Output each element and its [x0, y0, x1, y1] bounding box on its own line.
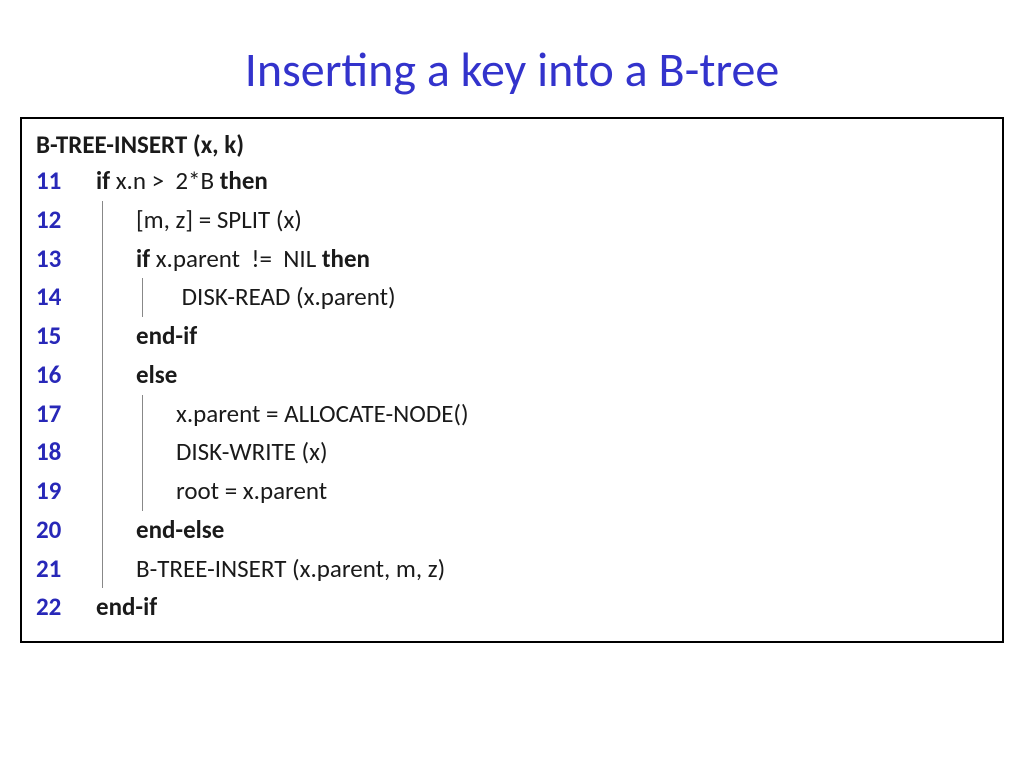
line-number: 22	[36, 588, 96, 627]
line-number: 11	[36, 162, 96, 201]
code-text: DISK-READ (x.parent)	[176, 278, 396, 317]
code-text: DISK-WRITE (x)	[176, 433, 328, 472]
indent-bar	[96, 433, 136, 472]
indent-bar	[96, 356, 136, 395]
line-number: 15	[36, 317, 96, 356]
code-line: 15 end-if	[36, 317, 988, 356]
pseudocode-box: B-TREE-INSERT (x, k) 11 if x.n > 2*B the…	[20, 117, 1004, 643]
indent-bar	[96, 278, 136, 317]
indent-bar	[136, 433, 176, 472]
code-line: 14 DISK-READ (x.parent)	[36, 278, 988, 317]
code-text: [m, z] = SPLIT (x)	[136, 201, 302, 240]
indent-bar	[136, 395, 176, 434]
line-number: 14	[36, 278, 96, 317]
indent-bar	[136, 472, 176, 511]
line-number: 13	[36, 240, 96, 279]
indent-bar	[96, 472, 136, 511]
indent-bar	[96, 550, 136, 589]
line-number: 19	[36, 472, 96, 511]
code-line: 11 if x.n > 2*B then	[36, 162, 988, 201]
indent-bar	[96, 317, 136, 356]
indent-bar	[96, 240, 136, 279]
code-text: root = x.parent	[176, 472, 327, 511]
indent-bar	[96, 511, 136, 550]
code-line: 16 else	[36, 356, 988, 395]
code-text: end-if	[96, 588, 157, 627]
code-line: 17 x.parent = ALLOCATE-NODE()	[36, 395, 988, 434]
code-text: if x.n > 2*B then	[96, 162, 268, 201]
indent-bar	[96, 395, 136, 434]
line-number: 21	[36, 550, 96, 589]
line-number: 17	[36, 395, 96, 434]
indent-bar	[136, 278, 176, 317]
code-line: 19 root = x.parent	[36, 472, 988, 511]
line-number: 12	[36, 201, 96, 240]
code-line: 13 if x.parent != NIL then	[36, 240, 988, 279]
code-text: B-TREE-INSERT (x.parent, m, z)	[136, 550, 445, 589]
line-number: 16	[36, 356, 96, 395]
code-line: 20 end-else	[36, 511, 988, 550]
code-line: 12 [m, z] = SPLIT (x)	[36, 201, 988, 240]
code-text: end-else	[136, 511, 224, 550]
line-number: 18	[36, 433, 96, 472]
code-text: else	[136, 356, 177, 395]
code-line: 21 B-TREE-INSERT (x.parent, m, z)	[36, 550, 988, 589]
code-text: end-if	[136, 317, 197, 356]
code-text: x.parent = ALLOCATE-NODE()	[176, 395, 469, 434]
indent-bar	[96, 201, 136, 240]
code-line: 22 end-if	[36, 588, 988, 627]
code-text: if x.parent != NIL then	[136, 240, 370, 279]
function-header: B-TREE-INSERT (x, k)	[36, 129, 988, 160]
code-line: 18 DISK-WRITE (x)	[36, 433, 988, 472]
line-number: 20	[36, 511, 96, 550]
slide-title: Inserting a key into a B-tree	[20, 40, 1004, 99]
